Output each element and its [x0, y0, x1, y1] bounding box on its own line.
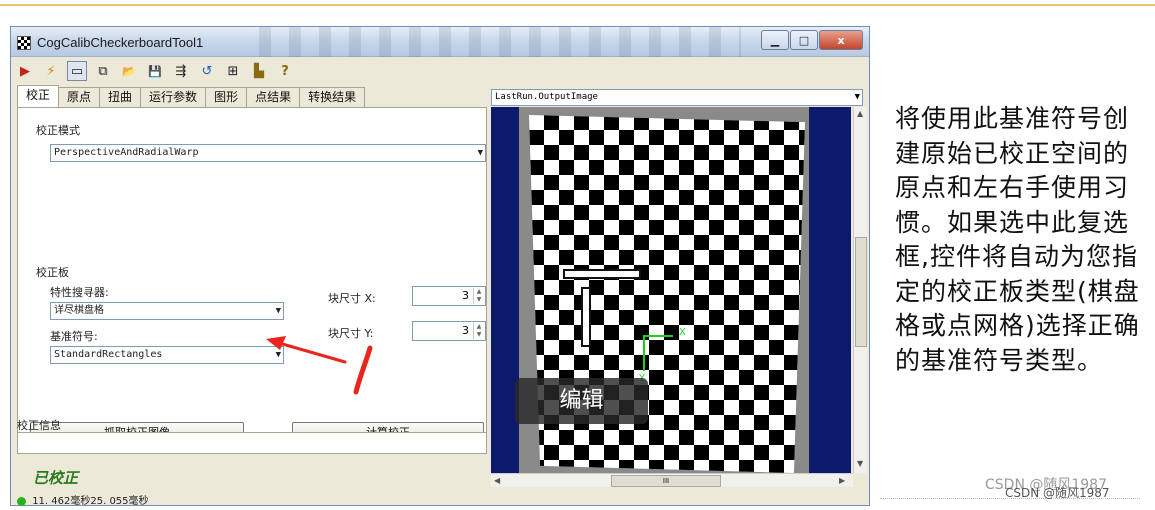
info-box: [17, 432, 487, 454]
feature-finder-label: 特性搜寻器:: [50, 286, 109, 299]
image-selector-value: LastRun.OutputImage: [495, 92, 598, 102]
x-axis-label: X: [679, 327, 686, 338]
tab-origin[interactable]: 原点: [58, 87, 101, 107]
fiducial-mark-vertical: [581, 287, 591, 347]
plate-label: 校正板: [36, 266, 69, 279]
mode-value: PerspectiveAndRadialWarp: [54, 147, 199, 158]
vertical-scrollbar[interactable]: ▲ ▼: [853, 107, 867, 473]
tile-x-value: 3: [462, 289, 469, 302]
tile-x-stepper[interactable]: 3 ▲ ▼: [412, 286, 486, 306]
scroll-up-icon[interactable]: ▲: [857, 109, 863, 118]
calib-tool-window: CogCalibCheckerboardTool1 ▁ □ x ▶ ⚡ ▭ ⧉ …: [10, 26, 870, 507]
info-label: 校正信息: [17, 419, 61, 432]
counter-icon[interactable]: ⊞: [223, 61, 243, 81]
run-icon[interactable]: ▶: [15, 61, 35, 81]
save-icon[interactable]: 💾: [145, 61, 165, 81]
title-bar-background: [241, 27, 741, 57]
chevron-down-icon: ▼: [854, 92, 860, 102]
horizontal-scrollbar[interactable]: ◀ III ▶: [491, 473, 853, 487]
status-ok-icon: [17, 496, 26, 506]
title-bar[interactable]: CogCalibCheckerboardTool1 ▁ □ x: [11, 27, 869, 57]
tab-warp[interactable]: 扭曲: [99, 87, 142, 107]
open-icon[interactable]: 📂: [119, 61, 139, 81]
x-axis-graphic: [643, 335, 673, 337]
y-axis-graphic: [643, 335, 645, 371]
scroll-right-icon[interactable]: ▶: [839, 476, 845, 485]
tab-run-params[interactable]: 运行参数: [140, 87, 207, 107]
fiducial-mark-horizontal: [563, 269, 641, 279]
calibrated-status: 已校正: [33, 469, 79, 487]
maximize-button[interactable]: □: [790, 30, 818, 50]
description-text: 将使用此基准符号创建原始已校正空间的原点和左右手使用习惯。如果选中此复选框,控件…: [895, 104, 1140, 375]
timing-text: 11. 462毫秒25. 055毫秒: [32, 496, 149, 507]
tile-y-stepper[interactable]: 3 ▲ ▼: [412, 321, 486, 341]
edit-icon[interactable]: ⚡: [41, 61, 61, 81]
fiducial-select[interactable]: StandardRectangles ▼: [50, 346, 284, 364]
watermark-secondary: CSDN @随风1987: [1005, 486, 1110, 500]
spin-arrows-icon[interactable]: ▲ ▼: [473, 323, 484, 339]
scroll-down-icon[interactable]: ▼: [857, 459, 863, 468]
chevron-down-icon: ▼: [477, 148, 483, 158]
vertical-scroll-thumb[interactable]: [855, 237, 867, 347]
fiducial-label: 基准符号:: [50, 330, 98, 343]
top-border-line: [0, 4, 1155, 6]
toolbar: ▶ ⚡ ▭ ⧉ 📂 💾 ⇶ ↺ ⊞ ▙ ?: [15, 59, 295, 83]
tab-graphics[interactable]: 图形: [205, 87, 248, 107]
tile-y-label: 块尺寸 Y:: [328, 327, 374, 340]
spin-arrows-icon[interactable]: ▲ ▼: [473, 288, 484, 304]
help-icon[interactable]: ?: [275, 61, 295, 81]
mode-label: 校正模式: [36, 124, 80, 137]
feature-finder-select[interactable]: 详尽棋盘格 ▼: [50, 302, 284, 320]
minimize-button[interactable]: ▁: [761, 30, 789, 50]
chart-icon[interactable]: ▙: [249, 61, 269, 81]
display-icon[interactable]: ▭: [67, 61, 87, 81]
status-bar: 11. 462毫秒25. 055毫秒: [17, 492, 493, 507]
tab-calibration[interactable]: 校正: [17, 85, 60, 107]
feature-finder-value: 详尽棋盘格: [54, 305, 104, 316]
checkerboard-icon: [17, 36, 31, 50]
tab-point-results[interactable]: 点结果: [246, 87, 301, 107]
horizontal-scroll-thumb[interactable]: III: [611, 475, 721, 487]
calibration-panel: 校正模式 PerspectiveAndRadialWarp ▼ 校正板 特性搜寻…: [17, 107, 487, 444]
tile-x-label: 块尺寸 X:: [328, 292, 376, 305]
chevron-down-icon: ▼: [275, 350, 281, 360]
reset-icon[interactable]: ↺: [197, 61, 217, 81]
edit-overlay-button[interactable]: 编辑: [515, 378, 648, 424]
chevron-down-icon: ▼: [275, 306, 281, 316]
tile-y-value: 3: [462, 324, 469, 337]
close-button[interactable]: x: [819, 30, 863, 50]
fiducial-value: StandardRectangles: [54, 349, 163, 360]
window-title: CogCalibCheckerboardTool1: [37, 35, 204, 50]
tab-transform-results[interactable]: 转换结果: [299, 87, 366, 107]
mode-select[interactable]: PerspectiveAndRadialWarp ▼: [50, 144, 486, 162]
tab-strip: 校正 原点 扭曲 运行参数 图形 点结果 转换结果: [17, 85, 366, 107]
image-selector[interactable]: LastRun.OutputImage ▼: [491, 89, 863, 106]
export-icon[interactable]: ⇶: [171, 61, 191, 81]
copy-icon[interactable]: ⧉: [93, 61, 113, 81]
scroll-left-icon[interactable]: ◀: [494, 476, 500, 485]
